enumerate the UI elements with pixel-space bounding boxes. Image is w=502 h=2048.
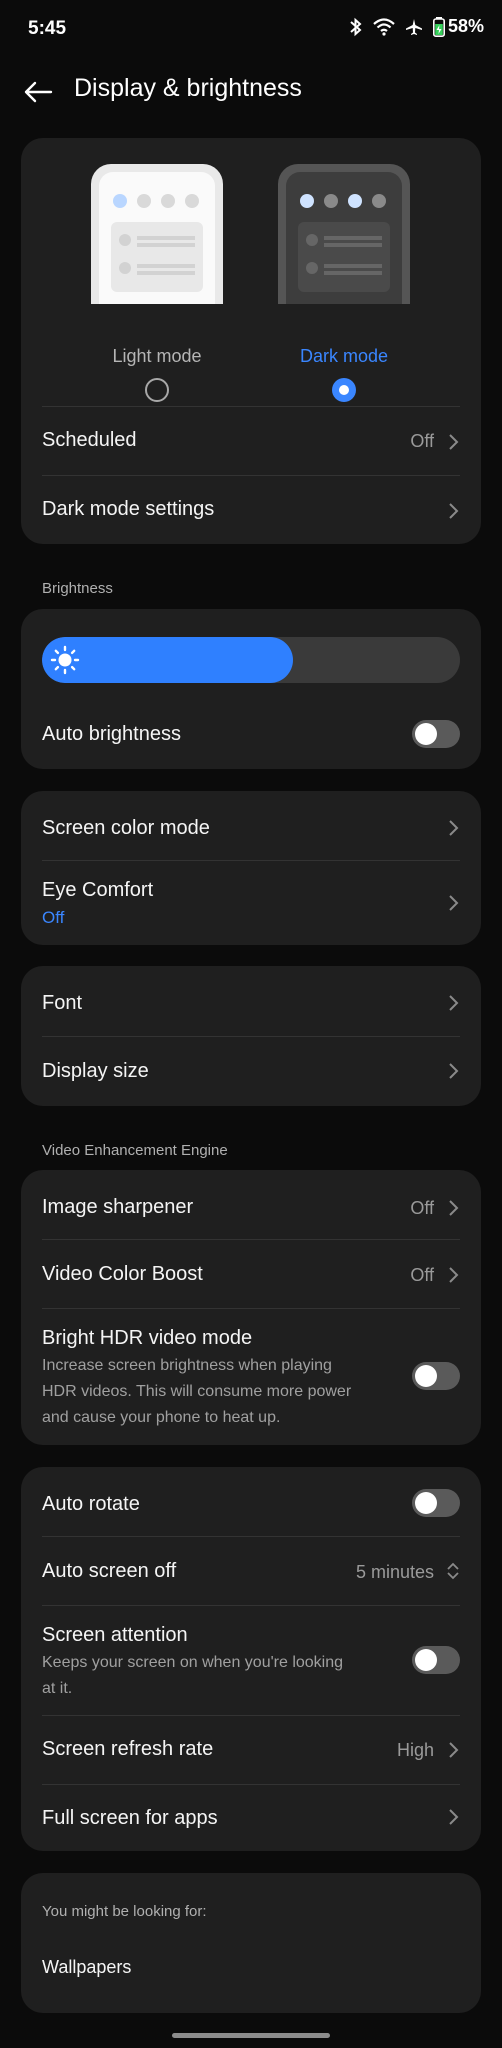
video-color-boost-row[interactable]: Video Color Boost Off xyxy=(42,1240,460,1308)
image-sharpener-value: Off xyxy=(410,1198,434,1218)
video-color-boost-label: Video Color Boost xyxy=(42,1263,203,1285)
scheduled-row[interactable]: Scheduled Off xyxy=(42,407,460,475)
dark-mode-label: Dark mode xyxy=(299,346,389,366)
light-mode-preview xyxy=(91,164,223,304)
screen-refresh-rate-value: High xyxy=(396,1740,434,1760)
auto-screen-off-row[interactable]: Auto screen off 5 minutes xyxy=(42,1537,460,1605)
font-label: Font xyxy=(42,992,83,1014)
sun-icon xyxy=(50,645,80,675)
chevron-right-icon xyxy=(449,1267,459,1283)
dark-mode-preview xyxy=(278,164,410,304)
auto-brightness-label: Auto brightness xyxy=(42,723,181,745)
eye-comfort-value: Off xyxy=(42,908,65,927)
hdr-video-label: Bright HDR video mode xyxy=(42,1327,253,1349)
screen-attention-toggle[interactable] xyxy=(412,1646,460,1674)
hdr-video-row: Bright HDR video mode Increase screen br… xyxy=(42,1309,460,1445)
dark-mode-settings-label: Dark mode settings xyxy=(42,498,215,520)
chevron-up-down-icon xyxy=(447,1562,459,1580)
video-section-label: Video Enhancement Engine xyxy=(42,1142,228,1159)
suggestions-card: You might be looking for: Wallpapers xyxy=(21,1873,481,2013)
screen-card: Auto rotate Auto screen off 5 minutes Sc… xyxy=(21,1467,481,1851)
auto-brightness-toggle[interactable] xyxy=(412,720,460,748)
eye-comfort-label: Eye Comfort xyxy=(42,879,154,901)
hdr-video-desc-line2: HDR videos. This will consume more power xyxy=(42,1383,352,1400)
page-title: Display & brightness xyxy=(74,74,302,102)
back-button[interactable] xyxy=(18,72,58,112)
battery-percent: 58% xyxy=(447,16,484,36)
suggestions-heading: You might be looking for: xyxy=(42,1903,207,1920)
screen-attention-row: Screen attention Keeps your screen on wh… xyxy=(42,1606,460,1716)
auto-brightness-row: Auto brightness xyxy=(42,700,460,770)
chevron-right-icon xyxy=(449,503,459,519)
home-indicator[interactable] xyxy=(172,2033,330,2038)
auto-rotate-toggle[interactable] xyxy=(412,1489,460,1517)
bluetooth-icon xyxy=(349,17,363,37)
scheduled-label: Scheduled xyxy=(42,429,137,451)
screen-color-mode-label: Screen color mode xyxy=(42,817,210,839)
hdr-video-desc-line1: Increase screen brightness when playing xyxy=(42,1357,332,1374)
font-row[interactable]: Font xyxy=(42,966,460,1036)
hdr-video-desc-line3: and cause your phone to heat up. xyxy=(42,1409,281,1426)
dark-mode-radio-selected[interactable] xyxy=(332,378,356,402)
chevron-right-icon xyxy=(449,1742,459,1758)
chevron-right-icon xyxy=(449,995,459,1011)
auto-screen-off-label: Auto screen off xyxy=(42,1560,177,1582)
light-mode-radio[interactable] xyxy=(145,378,169,402)
status-icons: 58% xyxy=(349,16,484,37)
dark-mode-option[interactable]: Dark mode xyxy=(278,164,410,402)
auto-screen-off-value: 5 minutes xyxy=(355,1562,434,1582)
scheduled-value: Off xyxy=(410,431,434,451)
hdr-video-toggle[interactable] xyxy=(412,1362,460,1390)
chevron-right-icon xyxy=(449,820,459,836)
display-size-label: Display size xyxy=(42,1060,149,1082)
dark-mode-settings-row[interactable]: Dark mode settings xyxy=(42,476,460,544)
image-sharpener-label: Image sharpener xyxy=(42,1196,194,1218)
image-sharpener-row[interactable]: Image sharpener Off xyxy=(42,1170,460,1238)
chevron-right-icon xyxy=(449,1809,459,1825)
status-time: 5:45 xyxy=(28,18,67,39)
status-bar: 5:45 58% xyxy=(0,0,502,56)
display-size-row[interactable]: Display size xyxy=(42,1037,460,1106)
color-card: Screen color mode Eye Comfort Off xyxy=(21,791,481,945)
battery-indicator: 58% xyxy=(432,16,484,37)
chevron-right-icon xyxy=(449,895,459,911)
theme-card: Light mode Dark mode Scheduled Off Dark … xyxy=(21,138,481,544)
screen-refresh-rate-label: Screen refresh rate xyxy=(42,1738,214,1760)
video-card: Image sharpener Off Video Color Boost Of… xyxy=(21,1170,481,1445)
screen-attention-label: Screen attention xyxy=(42,1624,188,1646)
auto-rotate-row: Auto rotate xyxy=(42,1467,460,1535)
full-screen-apps-label: Full screen for apps xyxy=(42,1807,218,1829)
eye-comfort-row[interactable]: Eye Comfort Off xyxy=(42,861,460,945)
screen-refresh-rate-row[interactable]: Screen refresh rate High xyxy=(42,1716,460,1784)
chevron-right-icon xyxy=(449,434,459,450)
back-arrow-icon xyxy=(24,81,53,103)
suggestion-wallpapers-link[interactable]: Wallpapers xyxy=(42,1957,131,1978)
video-color-boost-value: Off xyxy=(410,1265,434,1285)
screen-color-mode-row[interactable]: Screen color mode xyxy=(42,791,460,859)
screen-attention-desc-line2: at it. xyxy=(42,1680,73,1697)
chevron-right-icon xyxy=(449,1200,459,1216)
screen-attention-desc-line1: Keeps your screen on when you're looking xyxy=(42,1654,344,1671)
airplane-icon xyxy=(405,18,423,36)
brightness-section-label: Brightness xyxy=(42,580,113,597)
brightness-slider[interactable] xyxy=(42,637,460,683)
full-screen-apps-row[interactable]: Full screen for apps xyxy=(42,1785,460,1851)
battery-icon xyxy=(432,16,445,37)
font-card: Font Display size xyxy=(21,966,481,1106)
light-mode-option[interactable]: Light mode xyxy=(91,164,223,402)
wifi-icon xyxy=(373,17,395,36)
chevron-right-icon xyxy=(449,1063,459,1079)
light-mode-label: Light mode xyxy=(112,346,202,366)
auto-rotate-label: Auto rotate xyxy=(42,1493,140,1515)
